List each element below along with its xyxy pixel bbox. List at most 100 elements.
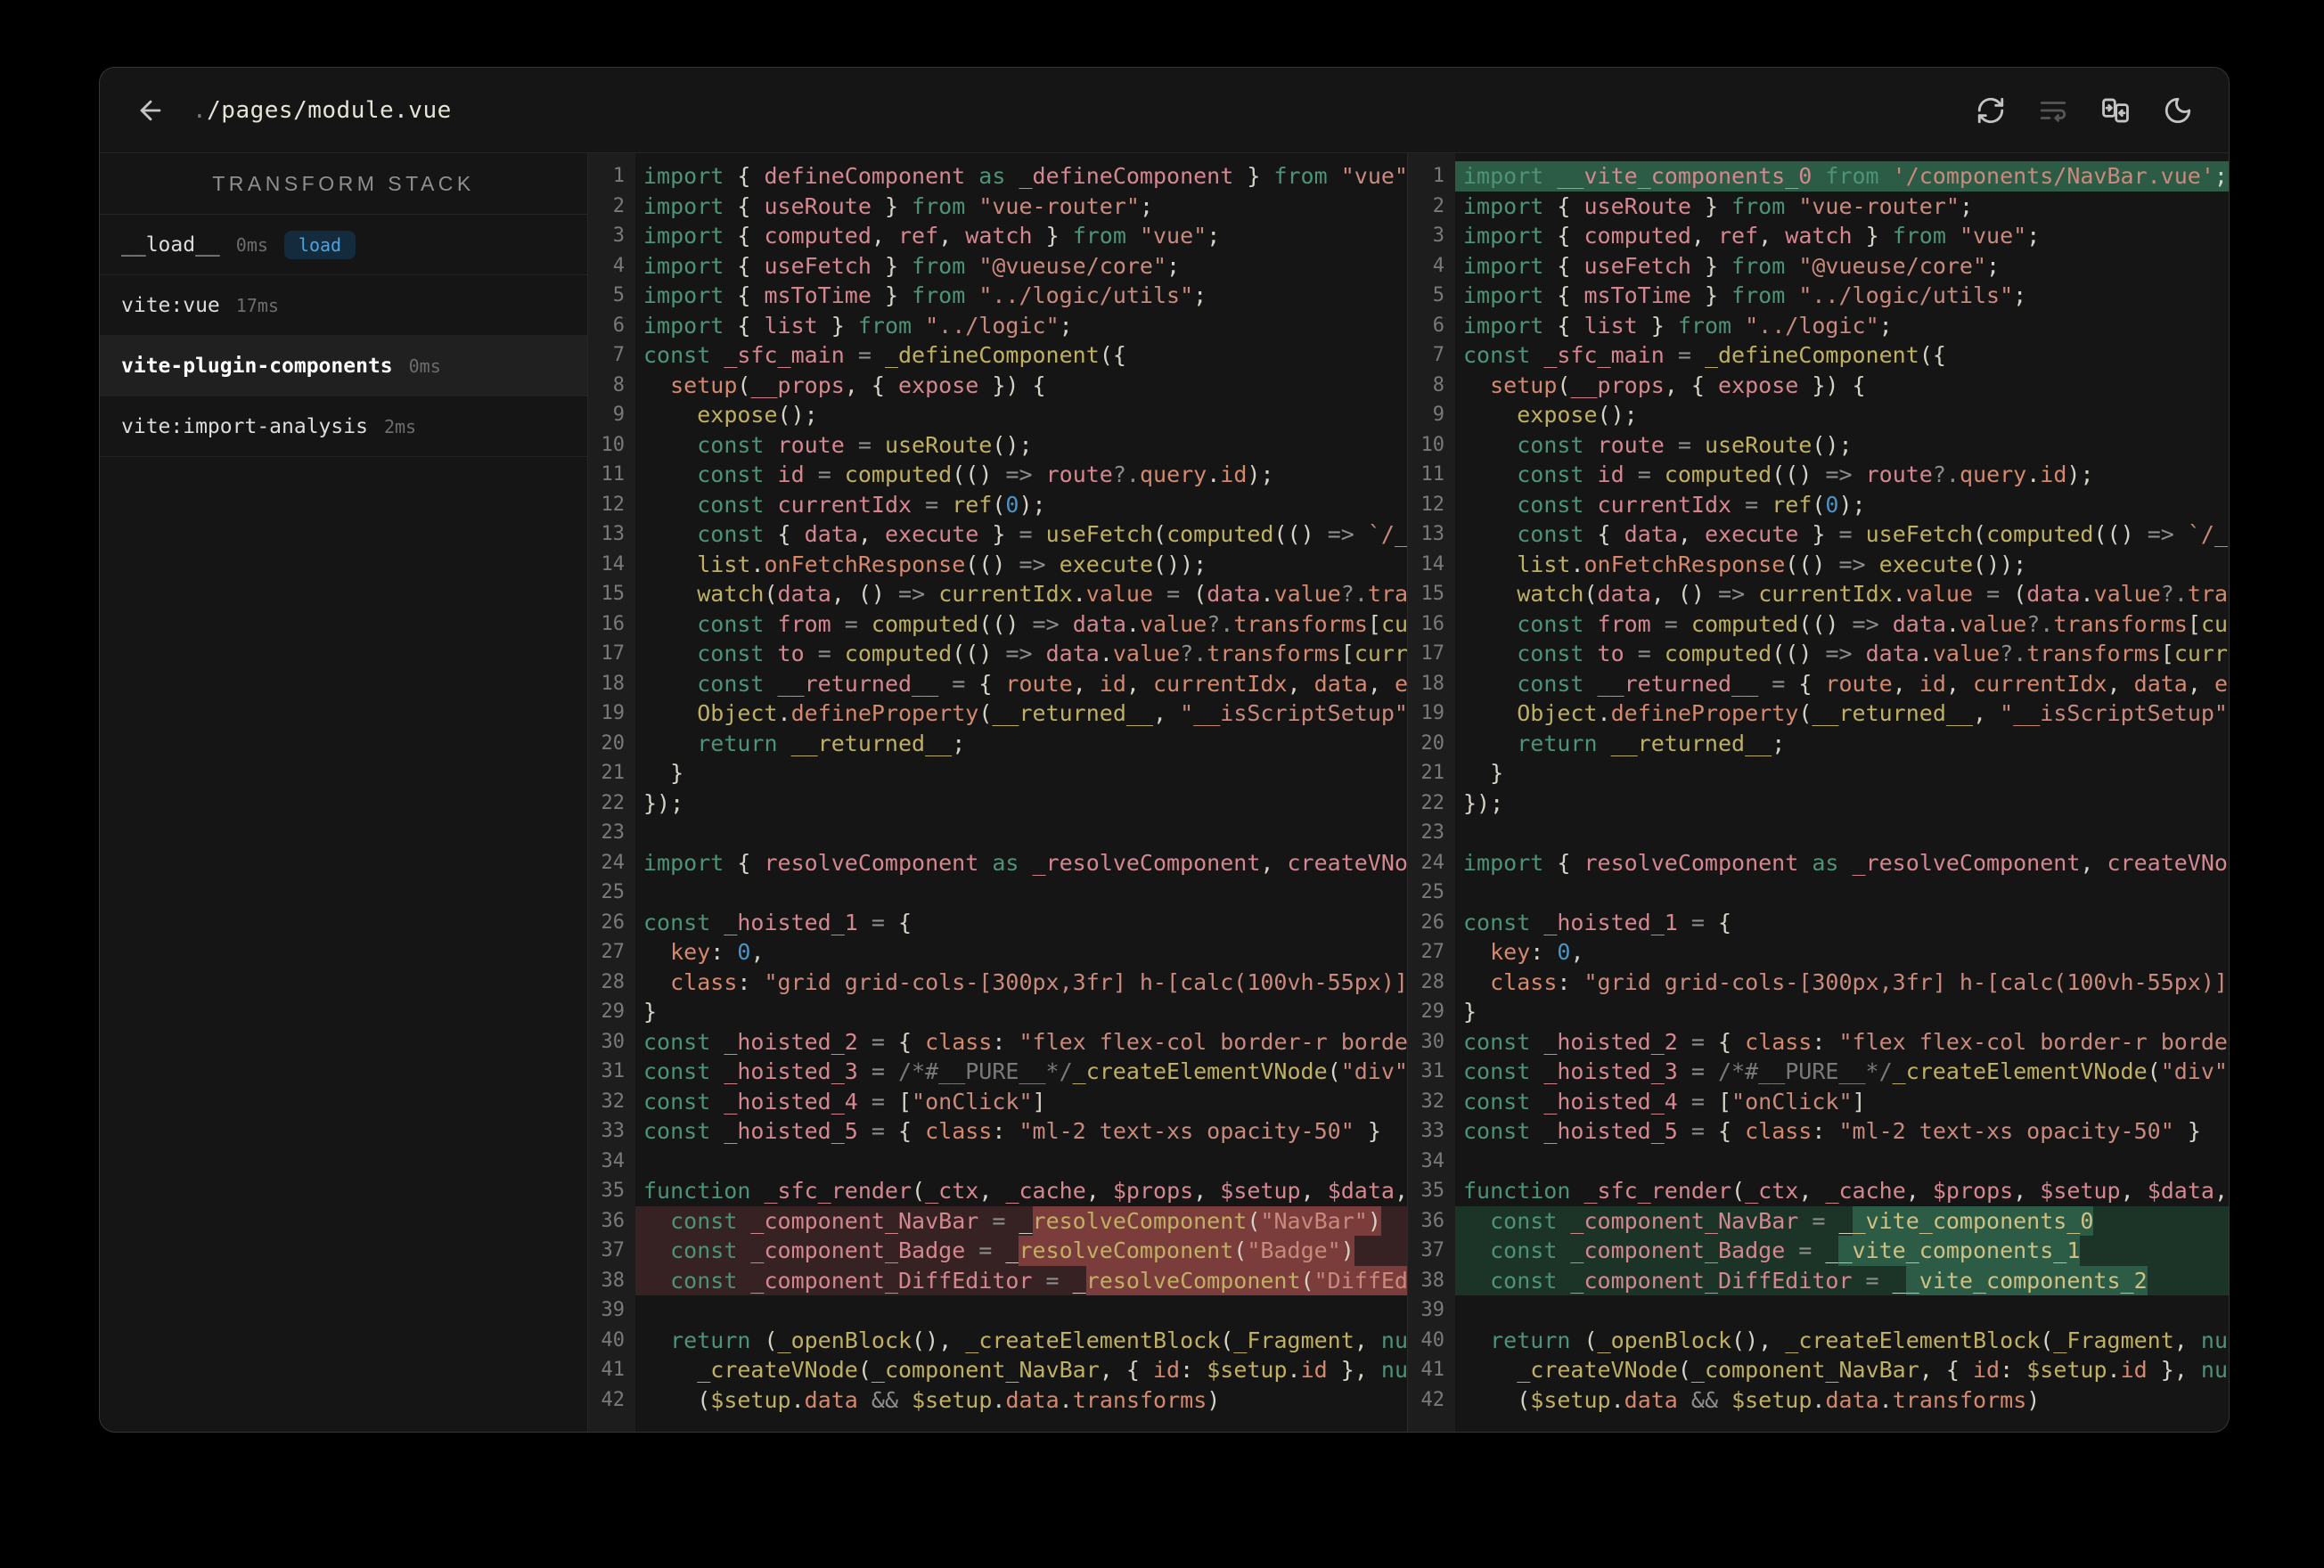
code-token: execute (1878, 551, 1974, 577)
code-token: currentIdx (777, 491, 912, 518)
line-number: 20 (601, 731, 626, 755)
code-token: = (1624, 641, 1665, 666)
code-line: 26 const _hoisted_1 = { (588, 908, 1407, 938)
code-text: list.onFetchResponse(() => execute()); (635, 550, 1407, 580)
code-token: 0 (1005, 491, 1019, 518)
code-token: { (897, 1028, 926, 1055)
code-token: id (1220, 461, 1248, 487)
code-token: currentIdx (1973, 670, 2107, 697)
code-token: _component_NavBar (750, 1207, 979, 1234)
code-token: ; (1878, 312, 1893, 339)
code-token: value (1273, 581, 1341, 607)
code-token: => (1019, 551, 1060, 577)
code-token: , (1153, 700, 1181, 726)
refresh-button[interactable] (1976, 95, 2006, 126)
code-line: 23 (1408, 818, 2229, 848)
code-token: data (1624, 1386, 1678, 1413)
code-token: const (1463, 342, 1544, 368)
code-panel-after[interactable]: 1 import __vite_components_0 from '/compo… (1408, 153, 2229, 1432)
code-token: . (1892, 581, 1906, 607)
line-number: 4 (612, 254, 625, 277)
code-token: id (1099, 670, 1126, 697)
code-token: }); (1463, 789, 1504, 816)
code-token: = (857, 1088, 898, 1115)
code-line: 1 import __vite_components_0 from '/compo… (1408, 161, 2229, 192)
code-line: 32 const _hoisted_4 = ["onClick"] (588, 1087, 1407, 1117)
code-token: value (1139, 610, 1207, 637)
code-token: route (1597, 431, 1665, 458)
code-token: ( (2147, 1058, 2161, 1084)
code-token: computed (764, 223, 872, 249)
diff-changed-token: resolveComponent (1032, 1205, 1248, 1236)
line-number: 25 (1420, 881, 1445, 903)
side-by-side-diff-button[interactable] (2100, 95, 2131, 126)
code-token: ( (1220, 1327, 1234, 1353)
code-token: computed (871, 610, 979, 637)
code-token: from (1731, 252, 1799, 279)
transform-item-vite-vue[interactable]: vite:vue 17ms (100, 275, 587, 336)
theme-toggle-button[interactable] (2163, 95, 2193, 126)
code-token: id (1919, 670, 1946, 697)
code-token: data (1892, 610, 1946, 637)
line-number: 24 (601, 851, 626, 874)
code-token: , (978, 1178, 1006, 1204)
code-token: _hoisted_1 (1543, 909, 1678, 935)
transform-item-vite-plugin-components[interactable]: vite-plugin-components 0ms (100, 336, 587, 396)
line-number: 34 (1420, 1149, 1445, 1172)
code-token: , (1193, 1178, 1221, 1204)
code-token: curr (2173, 641, 2229, 666)
transform-item-load[interactable]: __load__ 0ms load (100, 215, 587, 275)
code-panel-before[interactable]: 1 import { defineComponent as _defineComp… (588, 153, 1408, 1432)
code-token: , (1367, 670, 1395, 697)
line-number: 25 (601, 881, 626, 903)
code-token: _hoisted_4 (724, 1088, 858, 1115)
code-token: "../logic/utils" (978, 282, 1194, 308)
code-line: 11 const id = computed(() => route?.quer… (1408, 460, 2229, 490)
code-text: const currentIdx = ref(0); (1455, 490, 2229, 520)
code-token: = (1677, 1028, 1718, 1055)
transform-item-name: vite-plugin-components (121, 354, 393, 378)
code-token: `/_ (2187, 521, 2229, 547)
line-number: 19 (1420, 702, 1445, 724)
line-number: 36 (1420, 1209, 1445, 1232)
code-token: _hoisted_3 (724, 1058, 858, 1084)
code-line: 22}); (588, 788, 1407, 819)
code-token: 0 (737, 939, 751, 965)
code-token: ( (2013, 581, 2027, 607)
line-number: 29 (1420, 1000, 1445, 1023)
wrap-lines-button[interactable] (2038, 95, 2068, 126)
line-number: 33 (601, 1120, 626, 1142)
code-line: 6 import { list } from "../logic"; (1408, 311, 2229, 341)
code-text: ($setup.data && $setup.data.transforms) (1455, 1385, 2229, 1416)
code-token: const (670, 1207, 751, 1234)
code-token: expose (697, 402, 778, 428)
code-token: key (1490, 939, 1531, 965)
line-number: 19 (601, 702, 626, 724)
code-text: return __returned__; (1455, 729, 2229, 759)
code-token: . (1812, 1386, 1826, 1413)
code-text: const _hoisted_5 = { class: "ml-2 text-x… (635, 1116, 1407, 1147)
code-token: "vue" (1959, 223, 2027, 249)
code-token: currentIdx (1153, 670, 1288, 697)
line-number: 27 (601, 941, 626, 963)
line-number: 21 (1420, 762, 1445, 784)
transform-item-vite-import-analysis[interactable]: vite:import-analysis 2ms (100, 396, 587, 457)
code-line: 10 const route = useRoute(); (588, 430, 1407, 461)
code-token: (() (1772, 461, 1826, 487)
code-token: { (1557, 282, 1584, 308)
code-token: $setup (912, 1386, 993, 1413)
code-token: ()); (1973, 551, 2027, 577)
code-line: 38 const _component_DiffEditor = __vite_… (1408, 1265, 2229, 1295)
code-token: ref (1718, 223, 1759, 249)
code-token: from (777, 610, 831, 637)
code-token: value (1112, 641, 1181, 666)
line-number: 9 (612, 404, 625, 426)
code-token: const (643, 909, 724, 935)
line-number: 38 (601, 1269, 626, 1292)
code-token: _createElementBlock (965, 1327, 1221, 1353)
back-button[interactable] (135, 95, 166, 126)
code-token: : (1812, 1118, 1839, 1144)
